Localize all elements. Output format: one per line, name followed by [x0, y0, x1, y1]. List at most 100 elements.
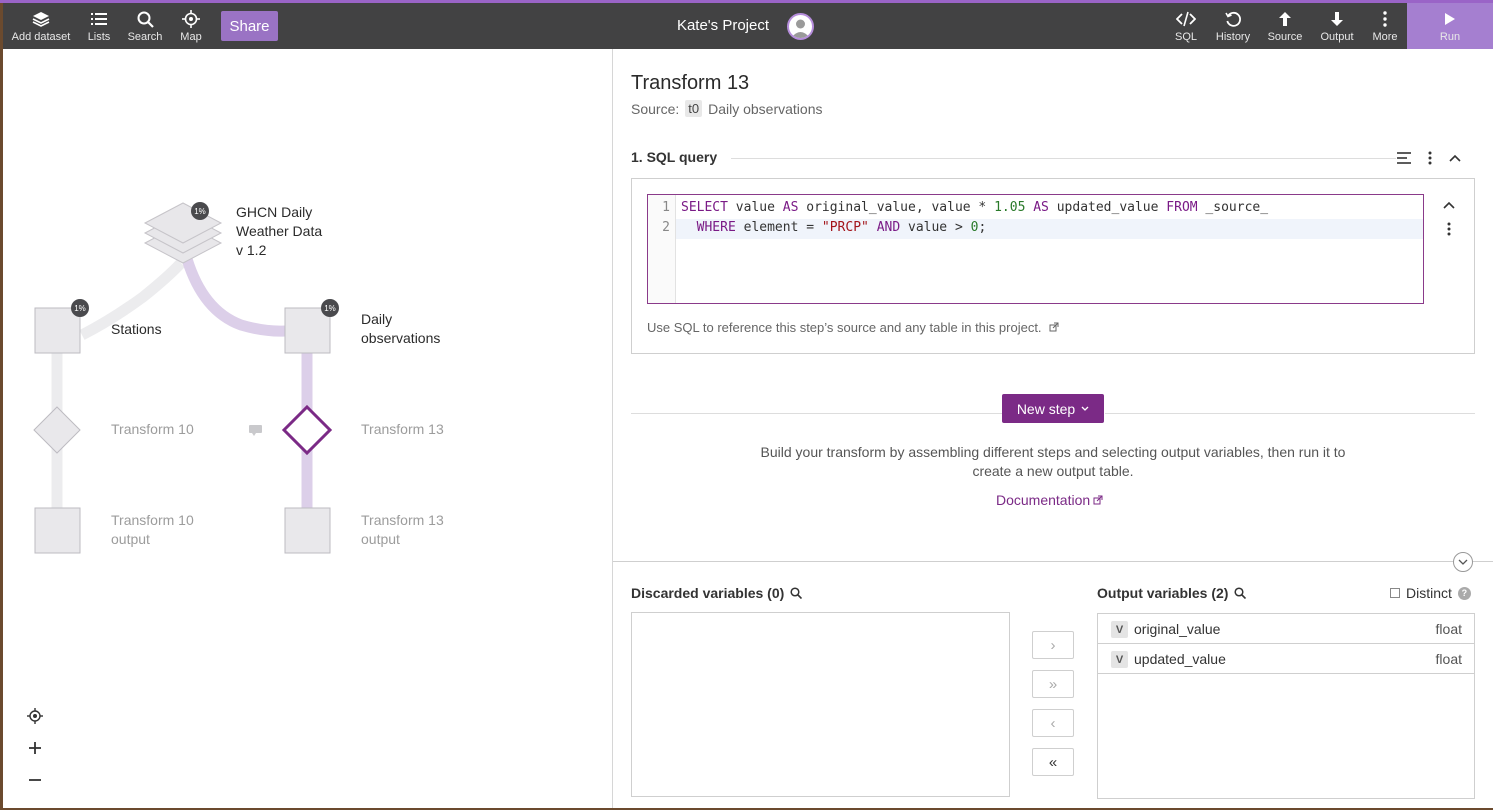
output-label-line: Transform 13 [361, 512, 444, 528]
step-menu-button[interactable] [1421, 149, 1439, 167]
code-icon [1176, 9, 1196, 29]
code-line-2[interactable]: WHERE element = "PRCP" AND value > 0; [681, 220, 987, 235]
chevron-up-icon [1449, 154, 1461, 162]
variables-separator[interactable] [613, 561, 1493, 562]
format-button[interactable] [1395, 149, 1413, 167]
discarded-variables-list[interactable] [631, 612, 1010, 797]
list-icon [91, 9, 107, 29]
variable-type: float [1435, 651, 1462, 667]
output-variable-row[interactable]: V updated_value float [1098, 644, 1474, 674]
new-step-label: New step [1016, 400, 1076, 417]
plus-icon [29, 742, 41, 754]
transform-title[interactable]: Transform 13 [631, 72, 749, 95]
layers-icon [32, 9, 50, 29]
external-link-icon [1093, 495, 1103, 505]
source-label: Source [1267, 31, 1303, 43]
project-title[interactable]: Kate's Project [643, 17, 803, 34]
app-window: Add dataset Lists Search Map Share Kate'… [3, 3, 1493, 808]
dataset-label-line: Weather Data [236, 223, 323, 239]
variable-name: updated_value [1134, 651, 1226, 667]
zoom-in-button[interactable] [25, 738, 45, 758]
avatar[interactable] [787, 13, 814, 40]
transform-13-node [281, 404, 333, 456]
lists-label: Lists [87, 31, 111, 43]
lineage-canvas[interactable]: 1% 1% 1% GHCN Daily Weather Data v 1.2 S… [3, 49, 612, 808]
distinct-checkbox[interactable] [1390, 588, 1400, 598]
observations-label[interactable]: Daily observations [361, 310, 440, 348]
recenter-button[interactable] [25, 706, 45, 726]
new-step-button[interactable]: New step [1002, 394, 1104, 423]
history-button[interactable]: History [1213, 3, 1253, 49]
zoom-out-button[interactable] [25, 770, 45, 790]
source-button[interactable]: Source [1267, 3, 1303, 49]
sql-hint[interactable]: Use SQL to reference this step’s source … [647, 320, 1059, 335]
transform-13-output-label[interactable]: Transform 13 output [361, 511, 444, 549]
dataset-label[interactable]: GHCN Daily Weather Data v 1.2 [236, 203, 322, 260]
output-button[interactable]: Output [1319, 3, 1355, 49]
move-all-right-button[interactable]: » [1032, 670, 1074, 698]
search-icon[interactable] [1234, 587, 1247, 599]
more-vertical-icon [1383, 9, 1387, 29]
add-dataset-button[interactable]: Add dataset [9, 3, 73, 49]
add-dataset-label: Add dataset [11, 31, 71, 43]
lists-button[interactable]: Lists [83, 3, 115, 49]
move-all-left-button[interactable]: « [1032, 748, 1074, 776]
line-gutter: 1 2 [648, 195, 676, 303]
output-label: Output [1320, 31, 1354, 43]
comment-icon [249, 425, 262, 436]
code-line-1[interactable]: SELECT value AS original_value, value * … [681, 200, 1268, 215]
move-selected-right-button[interactable]: › [1032, 631, 1074, 659]
transform-10-output-node [34, 507, 81, 554]
output-variables-list[interactable]: V original_value float V updated_value f… [1097, 613, 1475, 799]
minus-icon [29, 779, 41, 781]
more-label: More [1372, 31, 1398, 43]
documentation-link[interactable]: Documentation [996, 492, 1103, 508]
sql-label: SQL [1174, 31, 1197, 43]
edge-dataset-observations [181, 257, 286, 337]
editor-menu-button[interactable] [1440, 220, 1458, 238]
help-icon[interactable]: ? [1457, 586, 1471, 600]
sql-step: 1 2 SELECT value AS original_value, valu… [631, 178, 1475, 354]
transform-10-output-label[interactable]: Transform 10 output [111, 511, 194, 549]
collapse-step-button[interactable] [1446, 149, 1464, 167]
new-step-rule-left [631, 413, 1003, 414]
stations-badge: 1% [74, 304, 86, 313]
output-variable-row[interactable]: V original_value float [1098, 614, 1474, 644]
transform-10-node [33, 406, 81, 454]
sql-editor[interactable]: 1 2 SELECT value AS original_value, valu… [647, 194, 1424, 304]
collapse-editor-button[interactable] [1440, 196, 1458, 214]
search-icon[interactable] [790, 587, 803, 599]
arrow-down-icon [1330, 9, 1344, 29]
source-name[interactable]: Daily observations [708, 101, 822, 117]
history-icon [1224, 9, 1242, 29]
share-button[interactable]: Share [221, 11, 278, 41]
map-label: Map [180, 31, 202, 43]
search-button[interactable]: Search [127, 3, 163, 49]
toggle-variables-button[interactable] [1453, 552, 1473, 572]
map-button[interactable]: Map [175, 3, 207, 49]
dataset-badge: 1% [194, 207, 206, 216]
transform-10-label[interactable]: Transform 10 [111, 420, 194, 439]
map-locate-icon [182, 9, 200, 29]
observations-badge: 1% [324, 304, 336, 313]
stations-node [34, 307, 81, 354]
output-label-line: Transform 10 [111, 512, 194, 528]
sql-hint-text: Use SQL to reference this step’s source … [647, 320, 1042, 335]
line-number: 1 [662, 200, 670, 215]
move-selected-left-button[interactable]: ‹ [1032, 709, 1074, 737]
more-button[interactable]: More [1369, 3, 1401, 49]
stations-label[interactable]: Stations [111, 320, 162, 339]
sql-button[interactable]: SQL [1171, 3, 1201, 49]
align-left-icon [1397, 152, 1411, 164]
distinct-toggle[interactable]: Distinct ? [1390, 585, 1471, 601]
variable-name: original_value [1134, 621, 1221, 637]
chevron-down-icon [1458, 559, 1468, 565]
run-button[interactable]: Run [1407, 3, 1493, 49]
transform-13-label[interactable]: Transform 13 [361, 420, 444, 439]
external-link-icon [1049, 322, 1059, 332]
line-number: 2 [662, 220, 670, 235]
play-icon [1444, 9, 1456, 29]
history-label: History [1215, 31, 1251, 43]
transform-panel: Transform 13 Source: t0 Daily observatio… [613, 49, 1493, 808]
source-prefix: Source: [631, 100, 680, 117]
